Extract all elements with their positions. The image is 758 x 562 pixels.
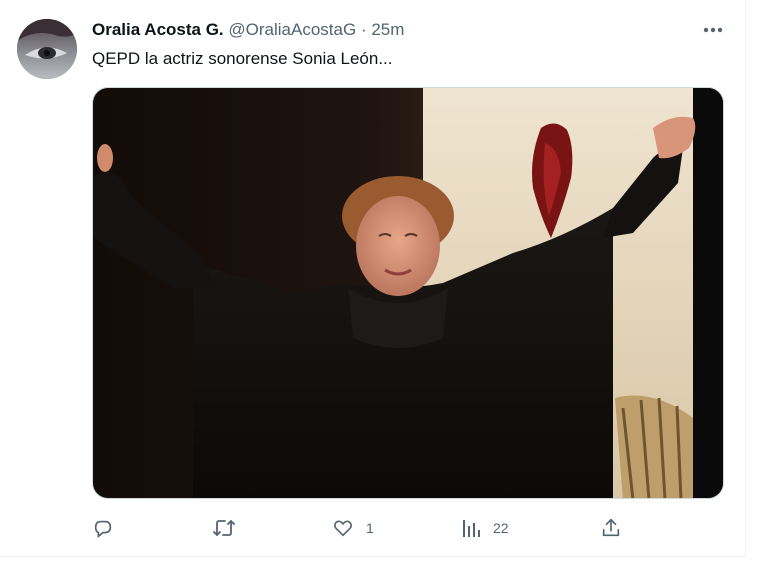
tweet-photo[interactable] — [92, 87, 724, 499]
author-name[interactable]: Oralia Acosta G. — [92, 20, 224, 39]
share-button[interactable] — [600, 512, 622, 544]
tweet-header: Oralia Acosta G. @OraliaAcostaG · 25m — [92, 20, 404, 40]
like-button[interactable]: 1 — [332, 512, 374, 544]
tweet-text: QEPD la actriz sonorense Sonia León... — [92, 49, 393, 68]
like-icon — [332, 517, 354, 539]
more-icon — [700, 17, 726, 43]
more-button[interactable] — [700, 17, 726, 43]
retweet-icon — [212, 517, 236, 539]
reply-icon — [92, 517, 114, 539]
avatar[interactable] — [17, 19, 77, 79]
views-button[interactable]: 22 — [461, 512, 509, 544]
tweet-actions: 1 22 — [0, 512, 745, 544]
retweet-button[interactable] — [212, 512, 248, 544]
views-count: 22 — [493, 520, 509, 536]
tweet-card[interactable]: Oralia Acosta G. @OraliaAcostaG · 25m QE… — [0, 0, 746, 557]
author-handle[interactable]: @OraliaAcostaG — [228, 20, 356, 39]
reply-button[interactable] — [92, 512, 126, 544]
share-icon — [600, 517, 622, 539]
tweet-time[interactable]: 25m — [371, 20, 404, 39]
views-icon — [461, 517, 481, 539]
separator-dot: · — [360, 20, 367, 39]
like-count: 1 — [366, 520, 374, 536]
